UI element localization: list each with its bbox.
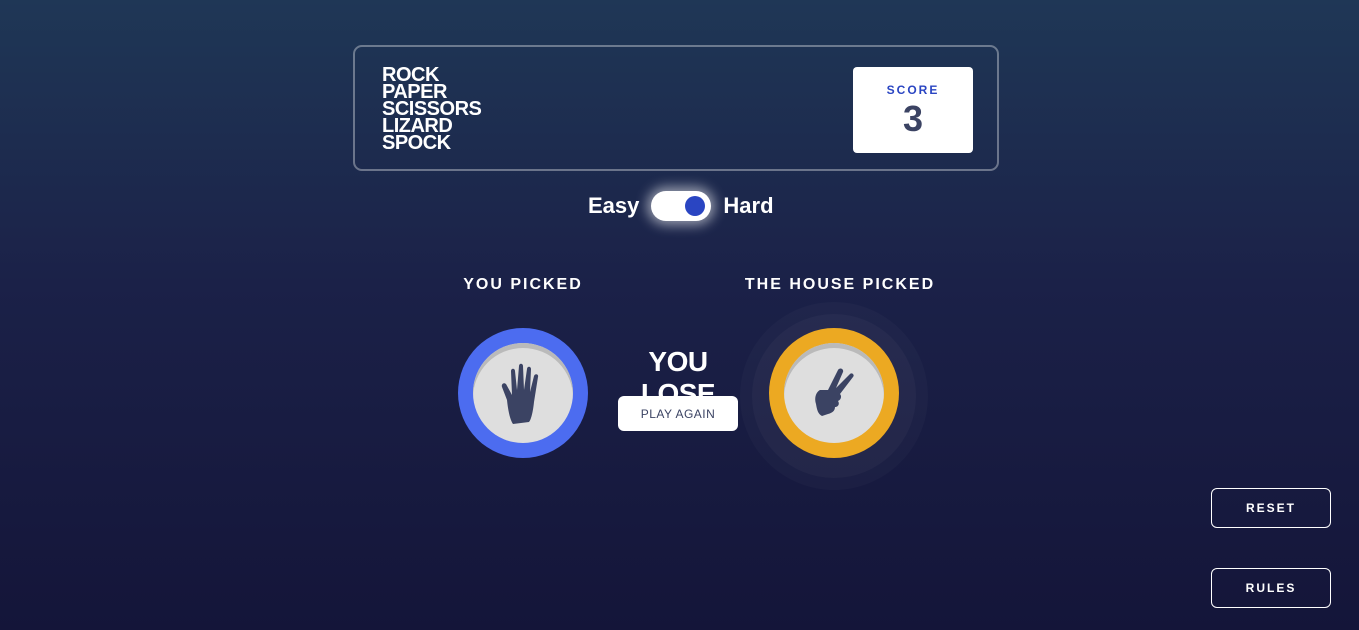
difficulty-toggle[interactable]	[651, 191, 712, 221]
house-chip-face	[784, 343, 884, 443]
player-pick-title: YOU PICKED	[463, 276, 583, 293]
play-again-button[interactable]: PLAY AGAIN	[618, 396, 738, 431]
reset-button[interactable]: RESET	[1211, 488, 1331, 528]
title-word-spock: SPOCK	[382, 132, 451, 154]
hard-label: Hard	[723, 193, 774, 218]
player-pick-chip	[458, 328, 588, 458]
house-pick-title: THE HOUSE PICKED	[744, 276, 936, 293]
scissors-hand-icon	[815, 368, 854, 416]
rules-button[interactable]: RULES	[1211, 568, 1331, 608]
game-header: ROCK PAPER SCISSORS LIZARD SPOCK SCORE 3	[353, 45, 999, 171]
player-chip-face	[473, 343, 573, 443]
score-value: 3	[902, 98, 924, 139]
toggle-knob	[685, 196, 706, 216]
easy-label: Easy	[588, 193, 640, 218]
score-label: SCORE	[886, 83, 940, 97]
difficulty-selector: Easy Hard	[588, 186, 774, 226]
paper-hand-icon	[501, 363, 539, 424]
house-pick-chip	[769, 328, 899, 458]
game-title: ROCK PAPER SCISSORS LIZARD SPOCK	[382, 65, 482, 154]
score-box: SCORE 3	[853, 67, 973, 153]
